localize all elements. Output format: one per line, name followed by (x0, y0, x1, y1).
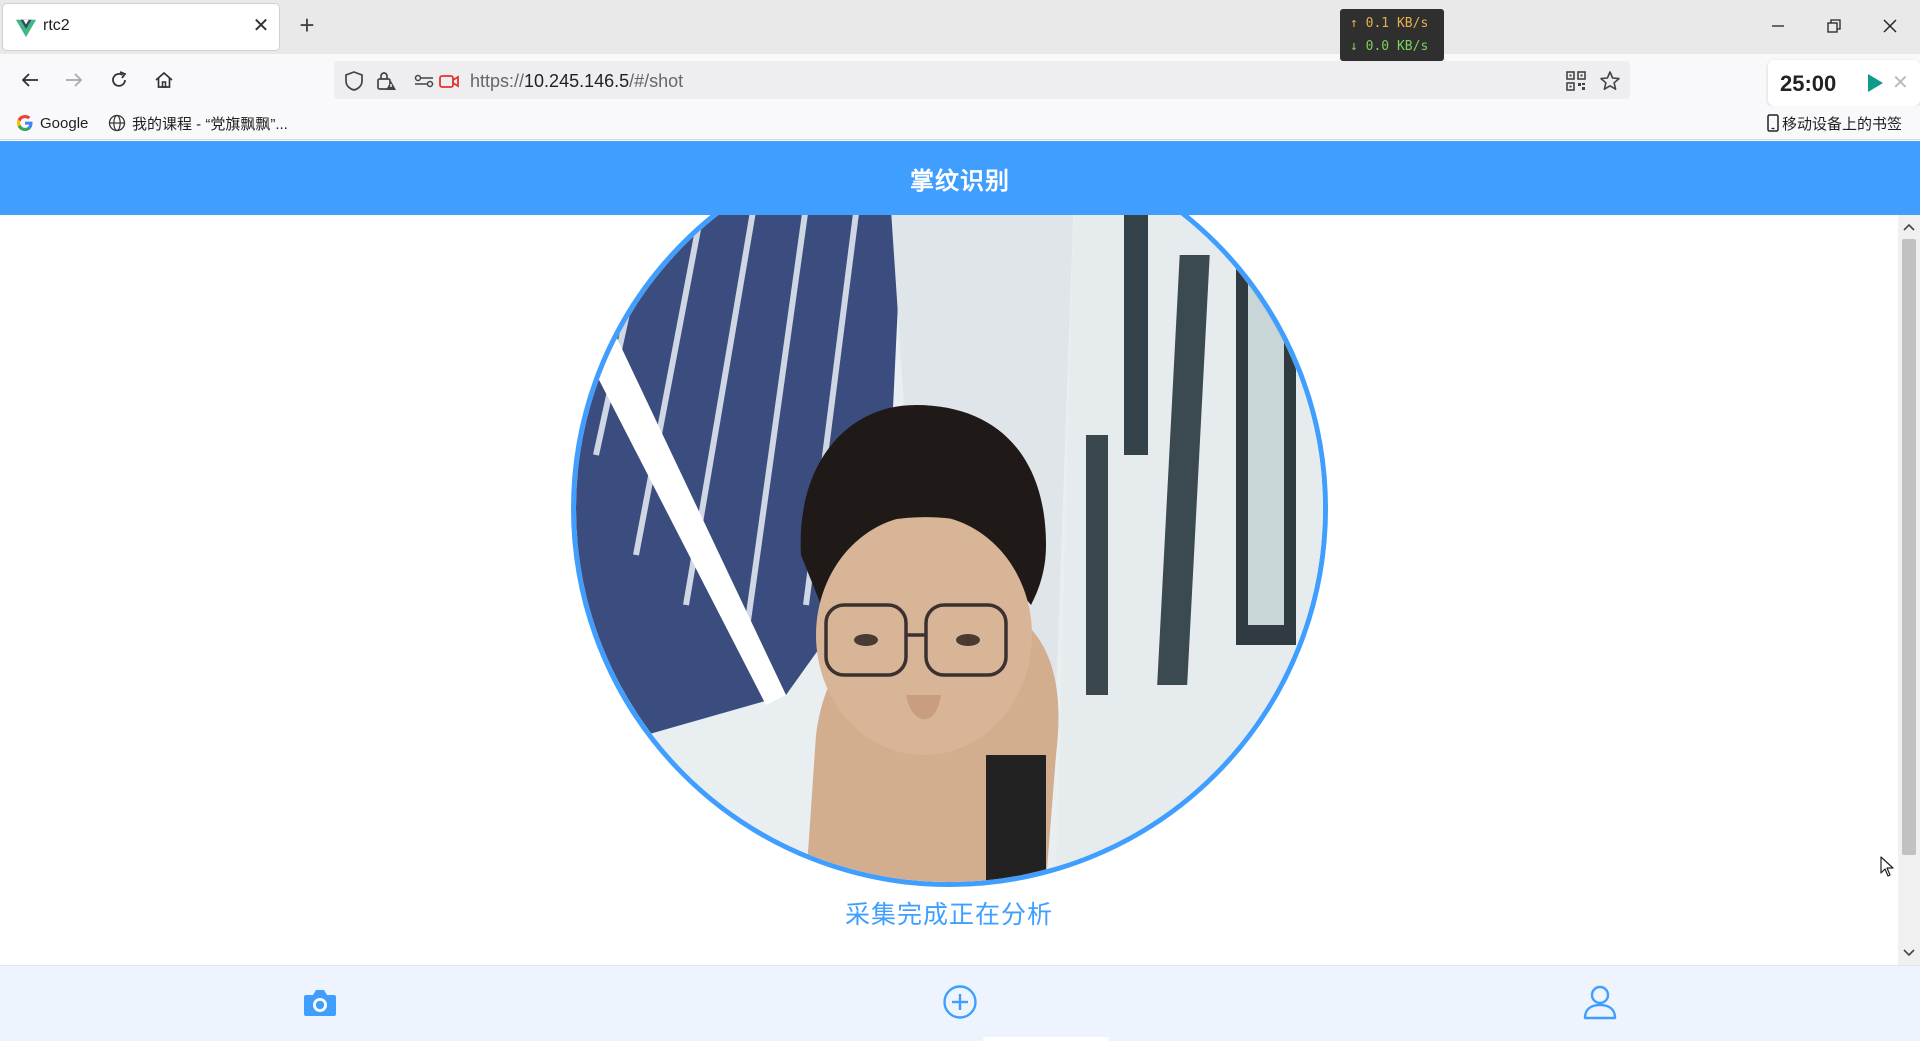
download-speed: ↓ 0.0 KB/s (1350, 39, 1429, 54)
close-icon (1883, 19, 1897, 33)
content-scrollbar[interactable] (1898, 215, 1920, 965)
arrow-right-icon (66, 73, 83, 87)
bottom-tabbar (0, 965, 1920, 1042)
restore-window-button[interactable] (1814, 8, 1854, 44)
user-icon (1583, 985, 1617, 1020)
camera-preview (571, 215, 1328, 887)
home-icon (155, 71, 173, 88)
reload-icon (112, 71, 127, 87)
network-speed-widget: ↑ 0.1 KB/s ↓ 0.0 KB/s (1340, 9, 1444, 61)
new-tab-button[interactable]: + (292, 10, 322, 40)
minimize-icon (1772, 25, 1784, 27)
url-prefix: https:// (470, 71, 525, 91)
capture-view: 采集完成正在分析 (0, 215, 1898, 965)
bookmark-label: Google (40, 114, 89, 132)
url-path: /#/shot (629, 71, 684, 91)
bookmark-label: 移动设备上的书签 (1782, 115, 1903, 133)
mouse-cursor-icon (1880, 856, 1894, 877)
home-button[interactable] (148, 64, 180, 96)
shield-icon[interactable] (343, 70, 365, 92)
close-window-button[interactable] (1870, 8, 1910, 44)
scroll-down-button[interactable] (1898, 943, 1920, 963)
tab-profile[interactable] (1578, 980, 1622, 1024)
lock-warning-icon[interactable] (375, 70, 397, 92)
forward-button[interactable] (58, 64, 90, 96)
page-title: 掌纹识别 (910, 165, 1010, 195)
camera-feed-image (576, 215, 1323, 882)
timer-value: 25:00 (1780, 71, 1837, 96)
bookmark-star-icon[interactable] (1599, 70, 1621, 92)
browser-toolbar: https://10.245.146.5/#/shot 25:00 ✕ (0, 54, 1920, 106)
timer-close-icon[interactable]: ✕ (1892, 70, 1909, 95)
globe-icon (108, 114, 126, 132)
tab-capture[interactable] (298, 980, 342, 1024)
bookmark-label: 我的课程 - “党旗飘飘”... (132, 115, 288, 133)
plus-circle-icon (943, 985, 977, 1019)
bookmark-mobile[interactable]: 移动设备上的书签 (1766, 112, 1902, 134)
tab-title: rtc2 (43, 17, 70, 34)
home-indicator (983, 1037, 1109, 1042)
status-message: 采集完成正在分析 (844, 900, 1053, 929)
chevron-down-icon (1903, 949, 1915, 957)
scroll-thumb[interactable] (1902, 239, 1916, 855)
browser-tab-strip: rtc2 ✕ + ↑ 0.1 KB/s ↓ 0.0 KB/s (0, 0, 1920, 61)
vue-logo-icon (15, 19, 37, 38)
app-header: 掌纹识别 (0, 141, 1920, 215)
browser-tab[interactable]: rtc2 ✕ (3, 4, 279, 50)
restore-icon (1827, 19, 1841, 33)
address-bar[interactable]: https://10.245.146.5/#/shot (334, 61, 1630, 99)
permissions-icon[interactable] (413, 70, 435, 92)
bookmark-google[interactable]: Google (16, 112, 88, 134)
play-icon[interactable] (1865, 73, 1885, 93)
pomodoro-timer-widget: 25:00 ✕ (1768, 60, 1920, 106)
tab-add[interactable] (938, 980, 982, 1024)
back-button[interactable] (14, 64, 46, 96)
tab-close-icon[interactable]: ✕ (251, 15, 271, 37)
chevron-up-icon (1903, 223, 1915, 231)
arrow-left-icon (21, 73, 38, 87)
bookmarks-bar: Google 我的课程 - “党旗飘飘”... 移动设备上的书签 (0, 106, 1920, 140)
minimize-window-button[interactable] (1758, 8, 1798, 44)
bookmark-course[interactable]: 我的课程 - “党旗飘飘”... (108, 112, 288, 134)
url-host: 10.245.146.5 (524, 71, 630, 91)
camera-in-use-icon[interactable] (438, 70, 460, 92)
camera-icon (304, 990, 336, 1016)
scroll-up-button[interactable] (1898, 217, 1920, 237)
google-g-icon (17, 115, 33, 131)
qr-code-icon[interactable] (1565, 70, 1587, 92)
reload-button[interactable] (103, 64, 135, 96)
url-text[interactable]: https://10.245.146.5/#/shot (470, 71, 683, 92)
mobile-device-icon (1767, 114, 1779, 132)
upload-speed: ↑ 0.1 KB/s (1350, 16, 1429, 31)
